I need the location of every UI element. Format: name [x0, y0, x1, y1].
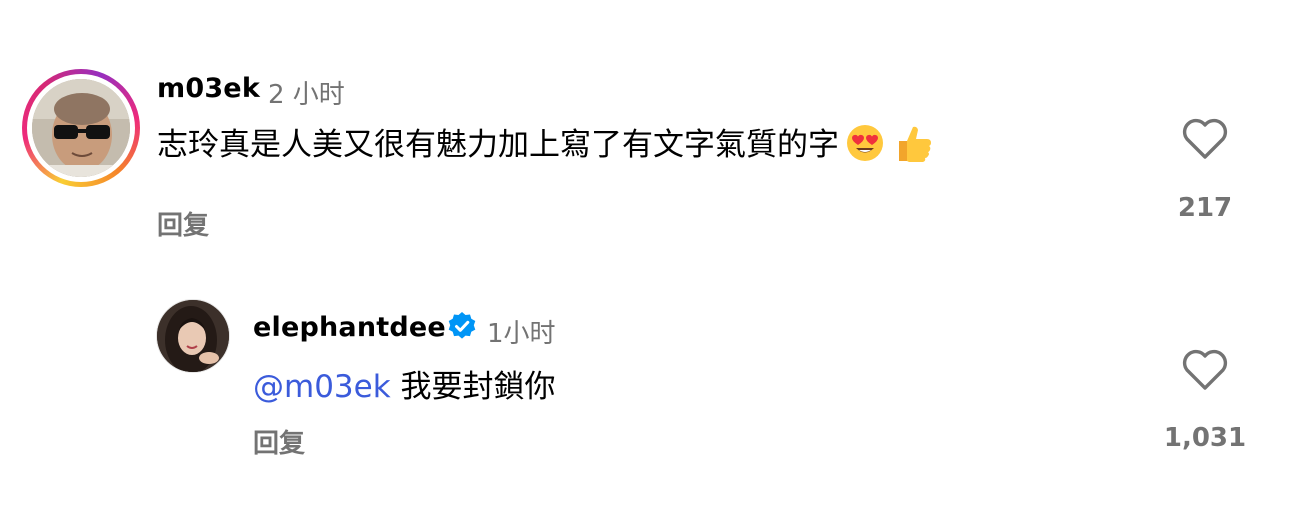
reply-button[interactable]: 回复: [253, 423, 305, 460]
like-button[interactable]: [1181, 117, 1229, 161]
reply-button[interactable]: 回复: [157, 205, 209, 242]
comment-username[interactable]: elephantdee: [253, 312, 446, 343]
mention-link[interactable]: @m03ek: [253, 369, 391, 405]
comment-username[interactable]: m03ek: [157, 73, 260, 104]
heart-outline-icon: [1182, 349, 1228, 390]
reply-comment-item: elephantdee 1小时 @m03ek 我要封鎖你 回复 1,031: [0, 260, 1290, 521]
comment-body: 我要封鎖你: [400, 369, 556, 405]
like-count: 1,031: [1163, 423, 1247, 453]
thumbs-up-emoji-icon: [891, 121, 935, 173]
like-count: 217: [1177, 193, 1233, 223]
heart-eyes-emoji-icon: [845, 123, 885, 171]
avatar-story-ring[interactable]: [22, 69, 140, 187]
comment-timestamp: 2 小时: [268, 80, 345, 110]
avatar-image: [32, 79, 130, 177]
avatar[interactable]: [156, 299, 230, 373]
comment-body: 志玲真是人美又很有魅力加上寫了有文字氣質的字: [157, 127, 839, 163]
avatar[interactable]: [32, 79, 130, 177]
heart-outline-icon: [1182, 118, 1228, 159]
like-button[interactable]: [1181, 348, 1229, 392]
avatar-image: [157, 300, 229, 372]
comment-text: @m03ek 我要封鎖你: [253, 361, 556, 406]
comment-item: m03ek 2 小时 志玲真是人美又很有魅力加上寫了有文字氣質的字 回复 217: [0, 0, 1290, 260]
verified-badge-icon: [448, 312, 476, 339]
comment-text: 志玲真是人美又很有魅力加上寫了有文字氣質的字: [157, 119, 935, 173]
comment-timestamp: 1小时: [487, 319, 556, 349]
